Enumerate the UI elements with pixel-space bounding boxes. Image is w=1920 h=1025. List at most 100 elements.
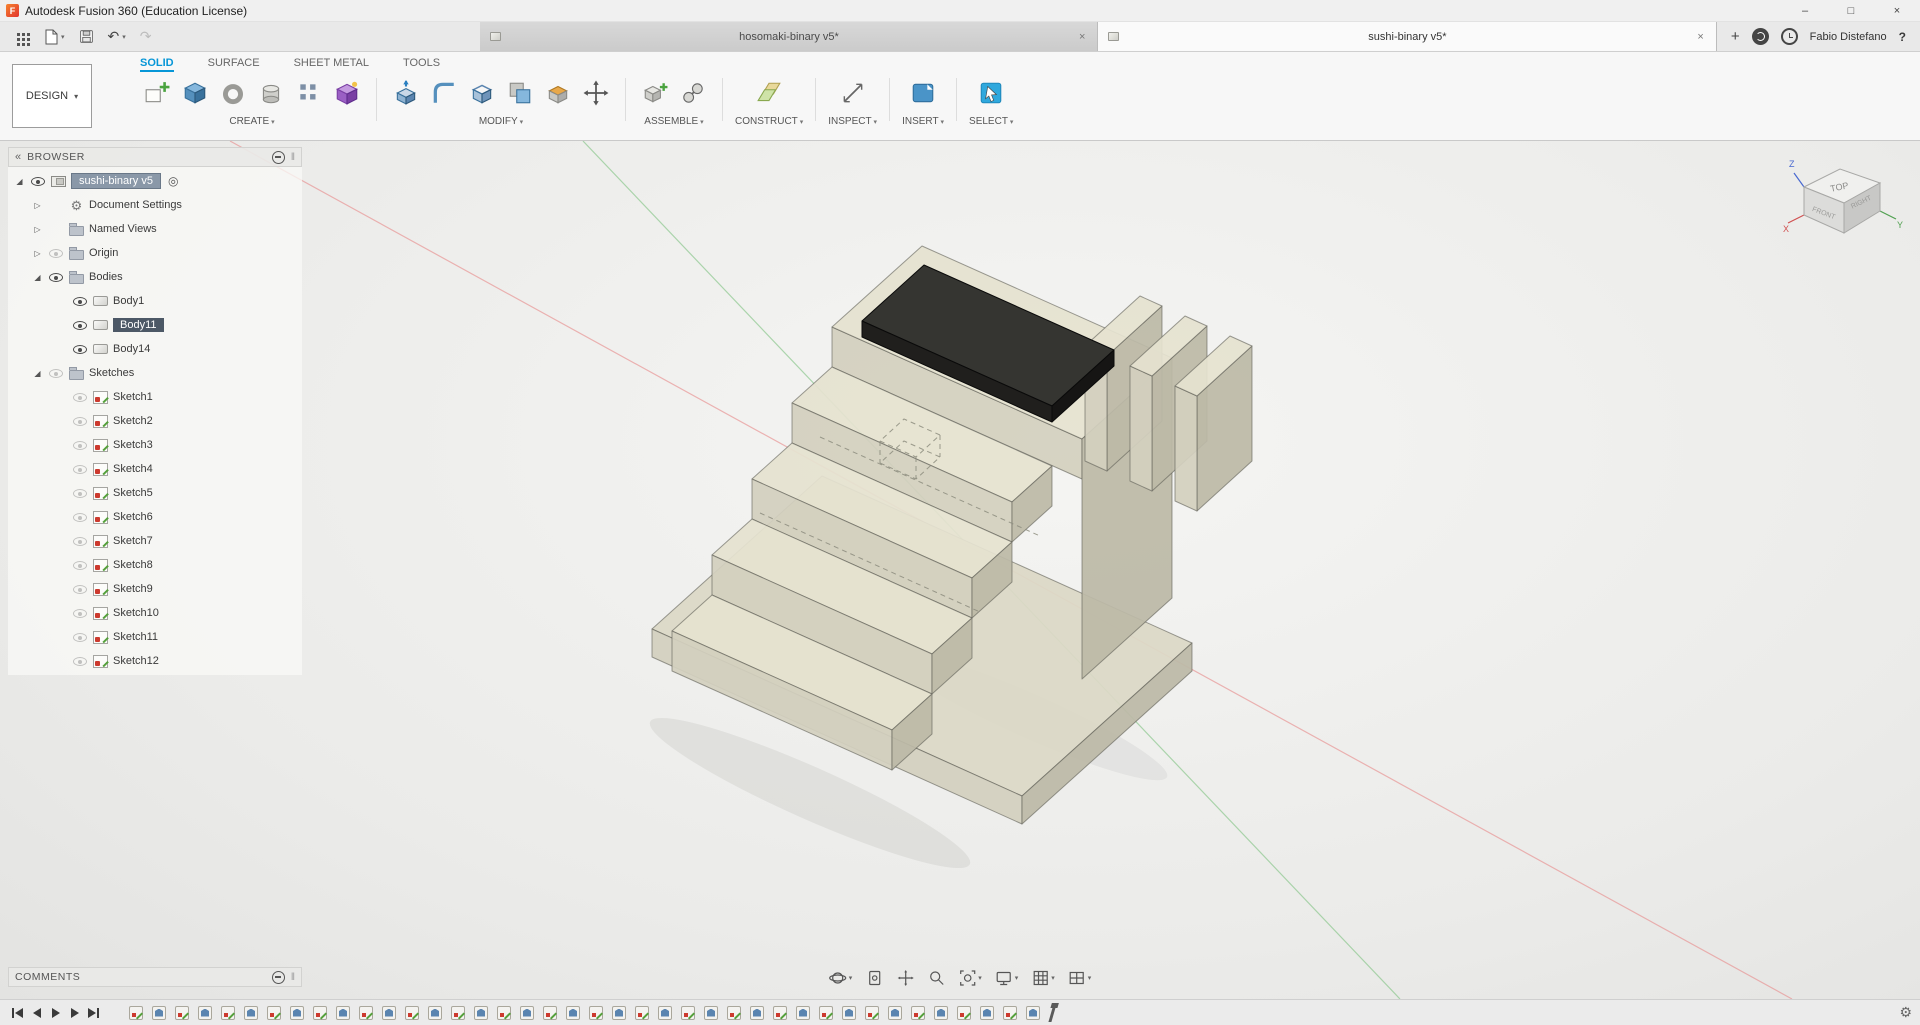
browser-item-sketch7[interactable]: Sketch7 — [8, 529, 302, 553]
group-label-select[interactable]: SELECT — [969, 116, 1013, 127]
group-label-assemble[interactable]: ASSEMBLE — [644, 116, 703, 127]
select-icon[interactable] — [974, 76, 1008, 110]
extensions-icon[interactable] — [1752, 28, 1769, 45]
group-label-insert[interactable]: INSERT — [902, 116, 944, 127]
browser-item-origin[interactable]: ▷Origin — [8, 241, 302, 265]
timeline-feature-extrude[interactable] — [612, 1006, 626, 1020]
orbit-icon[interactable]: ▾ — [829, 969, 853, 987]
visibility-eye-icon[interactable] — [72, 605, 88, 621]
timeline-play-button[interactable] — [46, 1004, 65, 1022]
construct-plane-icon[interactable] — [752, 76, 786, 110]
browser-item-sketch8[interactable]: Sketch8 — [8, 553, 302, 577]
visibility-eye-icon[interactable] — [72, 557, 88, 573]
visibility-eye-icon[interactable] — [72, 293, 88, 309]
timeline-position-marker[interactable] — [1048, 1004, 1056, 1022]
fillet-icon[interactable] — [427, 76, 461, 110]
browser-item-sushi-binary-v5[interactable]: ◢sushi-binary v5◎ — [8, 169, 302, 193]
app-launcher-icon[interactable] — [12, 28, 30, 46]
browser-item-sketch3[interactable]: Sketch3 — [8, 433, 302, 457]
timeline-feature-sketch[interactable] — [911, 1006, 925, 1020]
new-component-icon[interactable] — [140, 76, 174, 110]
browser-item-document-settings[interactable]: ▷⚙Document Settings — [8, 193, 302, 217]
viewport-canvas[interactable]: TOP FRONT RIGHT X Y Z « BROWSER ‖ ◢sushi… — [0, 141, 1920, 999]
revolve-icon[interactable] — [216, 76, 250, 110]
pan-icon[interactable] — [896, 969, 914, 987]
ribbon-tab-sheet-metal[interactable]: SHEET METAL — [294, 57, 369, 72]
create-form-icon[interactable] — [330, 76, 364, 110]
timeline-feature-sketch[interactable] — [175, 1006, 189, 1020]
file-menu-icon[interactable]: ▾ — [44, 29, 65, 45]
group-label-construct[interactable]: CONSTRUCT — [735, 116, 803, 127]
create-box-icon[interactable] — [178, 76, 212, 110]
panel-grip-icon[interactable]: ‖ — [291, 152, 295, 163]
timeline-feature-sketch[interactable] — [405, 1006, 419, 1020]
browser-item-body14[interactable]: Body14 — [8, 337, 302, 361]
timeline-feature-sketch[interactable] — [727, 1006, 741, 1020]
timeline-feature-sketch[interactable] — [129, 1006, 143, 1020]
visibility-eye-icon[interactable] — [72, 629, 88, 645]
save-icon[interactable] — [79, 29, 94, 44]
grid-settings-icon[interactable]: ▾ — [1031, 969, 1055, 987]
help-icon[interactable]: ? — [1899, 30, 1906, 44]
timeline-feature-sketch[interactable] — [589, 1006, 603, 1020]
close-button[interactable]: × — [1874, 0, 1920, 21]
visibility-eye-icon[interactable] — [72, 653, 88, 669]
timeline-feature-extrude[interactable] — [336, 1006, 350, 1020]
browser-item-sketches[interactable]: ◢Sketches — [8, 361, 302, 385]
browser-item-sketch6[interactable]: Sketch6 — [8, 505, 302, 529]
timeline-feature-extrude[interactable] — [796, 1006, 810, 1020]
browser-item-sketch11[interactable]: Sketch11 — [8, 625, 302, 649]
expand-arrow[interactable]: ◢ — [14, 177, 25, 186]
comments-header[interactable]: COMMENTS ‖ — [8, 967, 302, 987]
timeline-feature-sketch[interactable] — [497, 1006, 511, 1020]
move-icon[interactable] — [579, 76, 613, 110]
timeline-feature-extrude[interactable] — [428, 1006, 442, 1020]
shell-icon[interactable] — [465, 76, 499, 110]
tab-close-icon[interactable]: × — [1077, 31, 1087, 43]
timeline-feature-extrude[interactable] — [980, 1006, 994, 1020]
collapse-panel-icon[interactable]: « — [15, 151, 21, 163]
timeline-feature-extrude[interactable] — [704, 1006, 718, 1020]
timeline-feature-sketch[interactable] — [681, 1006, 695, 1020]
browser-item-sketch9[interactable]: Sketch9 — [8, 577, 302, 601]
new-document-button[interactable]: + — [1731, 28, 1740, 45]
visibility-eye-icon[interactable] — [48, 365, 64, 381]
user-account-button[interactable]: Fabio Distefano — [1810, 31, 1887, 43]
visibility-eye-icon[interactable] — [72, 437, 88, 453]
measure-icon[interactable] — [836, 76, 870, 110]
document-tab[interactable]: sushi-binary v5*× — [1098, 22, 1716, 51]
timeline-feature-extrude[interactable] — [520, 1006, 534, 1020]
timeline-feature-extrude[interactable] — [290, 1006, 304, 1020]
pattern-icon[interactable] — [292, 76, 326, 110]
browser-item-sketch10[interactable]: Sketch10 — [8, 601, 302, 625]
timeline-feature-extrude[interactable] — [750, 1006, 764, 1020]
timeline-feature-extrude[interactable] — [842, 1006, 856, 1020]
group-label-create[interactable]: CREATE — [229, 116, 274, 127]
visibility-eye-icon[interactable] — [48, 269, 64, 285]
redo-icon[interactable]: ↷ — [140, 28, 152, 45]
visibility-eye-icon[interactable] — [72, 413, 88, 429]
browser-header[interactable]: « BROWSER ‖ — [8, 147, 302, 167]
visibility-eye-icon[interactable] — [72, 581, 88, 597]
timeline-skip-end-button[interactable] — [84, 1004, 103, 1022]
timeline-settings-gear-icon[interactable]: ⚙ — [1899, 1004, 1912, 1021]
visibility-eye-icon[interactable] — [72, 389, 88, 405]
visibility-eye-icon[interactable] — [72, 485, 88, 501]
timeline-feature-sketch[interactable] — [543, 1006, 557, 1020]
browser-item-sketch12[interactable]: Sketch12 — [8, 649, 302, 673]
expand-arrow[interactable]: ▷ — [32, 249, 43, 258]
visibility-eye-icon[interactable] — [72, 509, 88, 525]
view-cube[interactable]: TOP FRONT RIGHT X Y Z — [1776, 147, 1906, 251]
timeline-feature-sketch[interactable] — [267, 1006, 281, 1020]
group-label-inspect[interactable]: INSPECT — [828, 116, 877, 127]
timeline-skip-start-button[interactable] — [8, 1004, 27, 1022]
browser-item-sketch2[interactable]: Sketch2 — [8, 409, 302, 433]
timeline-feature-extrude[interactable] — [658, 1006, 672, 1020]
browser-item-sketch5[interactable]: Sketch5 — [8, 481, 302, 505]
timeline-feature-sketch[interactable] — [359, 1006, 373, 1020]
timeline-feature-sketch[interactable] — [313, 1006, 327, 1020]
timeline-feature-extrude[interactable] — [1026, 1006, 1040, 1020]
insert-icon[interactable] — [906, 76, 940, 110]
joint-icon[interactable] — [676, 76, 710, 110]
cylinder-icon[interactable] — [254, 76, 288, 110]
